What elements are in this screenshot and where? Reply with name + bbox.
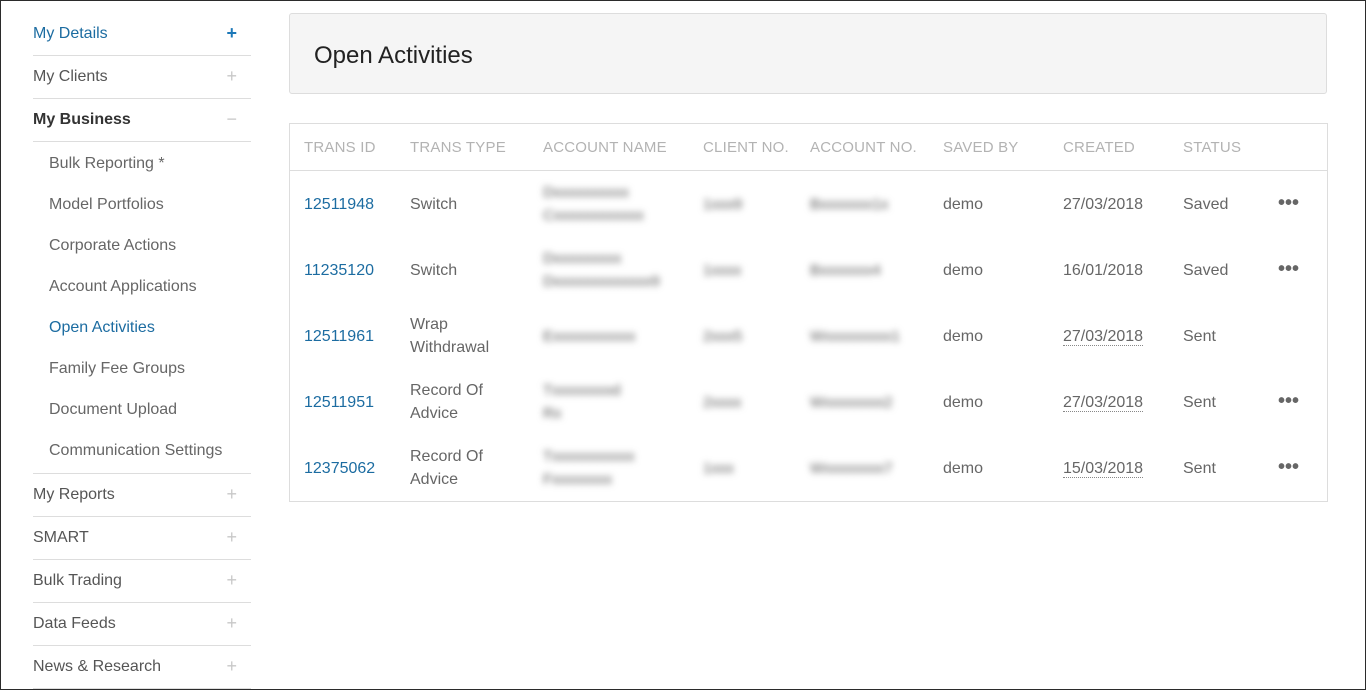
trans-type-cell: Switch: [410, 261, 458, 279]
subnav-item-family-fee-groups[interactable]: Family Fee Groups: [33, 348, 251, 389]
saved-by-cell: demo: [943, 261, 984, 279]
page-header: Open Activities: [289, 13, 1327, 94]
created-cell: 27/03/2018: [1063, 393, 1144, 412]
account-name-cell: Dxxxxxxxxxx Cxxxxxxxxxxxx: [543, 184, 644, 224]
nav-item-data-feeds[interactable]: Data Feeds +: [33, 603, 251, 646]
sidebar-nav: My Details + My Clients + My Business − …: [33, 13, 251, 689]
nav-item-news-research[interactable]: News & Research +: [33, 646, 251, 689]
actions-cell: [1264, 303, 1327, 369]
nav-label: My Reports: [33, 486, 115, 503]
saved-by-cell: demo: [943, 195, 984, 213]
expand-plus-icon[interactable]: +: [226, 56, 237, 96]
subnav-item-model-portfolios[interactable]: Model Portfolios: [33, 184, 251, 225]
account-name-cell: Exxxxxxxxxxx: [543, 327, 636, 345]
expand-plus-icon[interactable]: +: [226, 646, 237, 686]
table-row: 12511961 Wrap Withdrawal Exxxxxxxxxxx 2xx…: [290, 303, 1327, 369]
trans-id-link[interactable]: 11235120: [304, 262, 374, 279]
account-no-cell: Bxxxxxxx1x: [810, 195, 889, 213]
col-header-account-no[interactable]: ACCOUNT NO.: [796, 124, 929, 171]
subnav-item-communication-settings[interactable]: Communication Settings: [33, 430, 251, 471]
client-no-cell: 1xxxx: [703, 261, 742, 279]
expand-plus-icon[interactable]: +: [226, 560, 237, 600]
expand-plus-icon[interactable]: +: [226, 517, 237, 557]
status-cell: Sent: [1183, 393, 1216, 411]
client-no-cell: 2xxxx: [703, 393, 742, 411]
nav-item-my-clients[interactable]: My Clients +: [33, 56, 251, 99]
status-cell: Saved: [1183, 195, 1229, 213]
created-cell: 27/03/2018: [1063, 195, 1144, 213]
created-cell: 27/03/2018: [1063, 327, 1144, 346]
col-header-actions: [1264, 124, 1327, 171]
table-row: 12511951 Record Of Advice Txxxxxxxxd Rx 2x…: [290, 369, 1327, 435]
more-options-icon[interactable]: •••: [1278, 192, 1299, 214]
subnav-item-document-upload[interactable]: Document Upload: [33, 389, 251, 430]
table-header-row: TRANS ID TRANS TYPE ACCOUNT NAME CLIENT …: [290, 124, 1327, 171]
trans-type-cell: Record Of Advice: [410, 382, 483, 422]
my-business-subnav: Bulk Reporting * Model Portfolios Corpor…: [33, 142, 251, 474]
nav-label: SMART: [33, 529, 89, 546]
subnav-item-account-applications[interactable]: Account Applications: [33, 266, 251, 307]
nav-label: My Clients: [33, 68, 108, 85]
trans-id-link[interactable]: 12511951: [304, 394, 374, 411]
created-cell: 15/03/2018: [1063, 459, 1144, 478]
nav-label: Data Feeds: [33, 615, 116, 632]
saved-by-cell: demo: [943, 459, 984, 477]
saved-by-cell: demo: [943, 393, 984, 411]
client-no-cell: 1xxx: [703, 459, 734, 477]
account-no-cell: Wxxxxxxxx2: [810, 393, 893, 411]
status-cell: Sent: [1183, 327, 1216, 345]
nav-label: News & Research: [33, 658, 162, 675]
subnav-item-open-activities[interactable]: Open Activities: [33, 307, 251, 348]
account-no-cell: Bxxxxxxx4: [810, 261, 881, 279]
more-options-icon[interactable]: •••: [1278, 390, 1299, 412]
created-cell: 16/01/2018: [1063, 261, 1144, 279]
account-name-cell: Txxxxxxxxd Rx: [543, 382, 621, 422]
nav-item-bulk-trading[interactable]: Bulk Trading +: [33, 560, 251, 603]
trans-id-link[interactable]: 12511961: [304, 328, 374, 345]
expand-plus-icon[interactable]: +: [226, 13, 237, 53]
open-activities-table: TRANS ID TRANS TYPE ACCOUNT NAME CLIENT …: [289, 123, 1328, 502]
table-row: 12375062 Record Of Advice Txxxxxxxxxxx Fxx…: [290, 435, 1327, 501]
nav-item-my-reports[interactable]: My Reports +: [33, 474, 251, 517]
status-cell: Sent: [1183, 459, 1216, 477]
col-header-saved-by[interactable]: SAVED BY: [929, 124, 1049, 171]
col-header-client-no[interactable]: CLIENT NO.: [689, 124, 796, 171]
account-no-cell: Wxxxxxxxx7: [810, 459, 893, 477]
collapse-minus-icon[interactable]: −: [226, 99, 237, 139]
trans-id-link[interactable]: 12375062: [304, 460, 375, 477]
col-header-trans-id[interactable]: TRANS ID: [290, 124, 396, 171]
nav-item-my-business[interactable]: My Business −: [33, 99, 251, 142]
col-header-trans-type[interactable]: TRANS TYPE: [396, 124, 529, 171]
status-cell: Saved: [1183, 261, 1229, 279]
account-name-cell: Dxxxxxxxxx Dxxxxxxxxxxxxx9: [543, 250, 660, 290]
client-no-cell: 1xxx9: [703, 195, 743, 213]
trans-type-cell: Record Of Advice: [410, 448, 483, 488]
trans-type-cell: Switch: [410, 195, 458, 213]
table-row: 12511948 Switch Dxxxxxxxxxx Cxxxxxxxxxxxx…: [290, 171, 1327, 238]
trans-id-link[interactable]: 12511948: [304, 196, 374, 213]
page-title: Open Activities: [314, 42, 473, 69]
nav-item-smart[interactable]: SMART +: [33, 517, 251, 560]
nav-label: My Business: [33, 111, 131, 128]
subnav-item-corporate-actions[interactable]: Corporate Actions: [33, 225, 251, 266]
trans-type-cell: Wrap Withdrawal: [410, 316, 490, 356]
col-header-status[interactable]: STATUS: [1169, 124, 1264, 171]
subnav-item-bulk-reporting[interactable]: Bulk Reporting *: [33, 143, 251, 184]
saved-by-cell: demo: [943, 327, 984, 345]
account-name-cell: Txxxxxxxxxxx Fxxxxxxxx: [543, 448, 635, 488]
client-no-cell: 2xxx5: [703, 327, 743, 345]
expand-plus-icon[interactable]: +: [226, 603, 237, 643]
col-header-account-name[interactable]: ACCOUNT NAME: [529, 124, 689, 171]
expand-plus-icon[interactable]: +: [226, 474, 237, 514]
more-options-icon[interactable]: •••: [1278, 456, 1299, 478]
account-no-cell: Wxxxxxxxxx1: [810, 327, 900, 345]
table-row: 11235120 Switch Dxxxxxxxxx Dxxxxxxxxxxxxx…: [290, 237, 1327, 303]
more-options-icon[interactable]: •••: [1278, 258, 1299, 280]
nav-label: Bulk Trading: [33, 572, 122, 589]
nav-item-my-details[interactable]: My Details +: [33, 13, 251, 56]
col-header-created[interactable]: CREATED: [1049, 124, 1169, 171]
nav-label: My Details: [33, 25, 108, 42]
